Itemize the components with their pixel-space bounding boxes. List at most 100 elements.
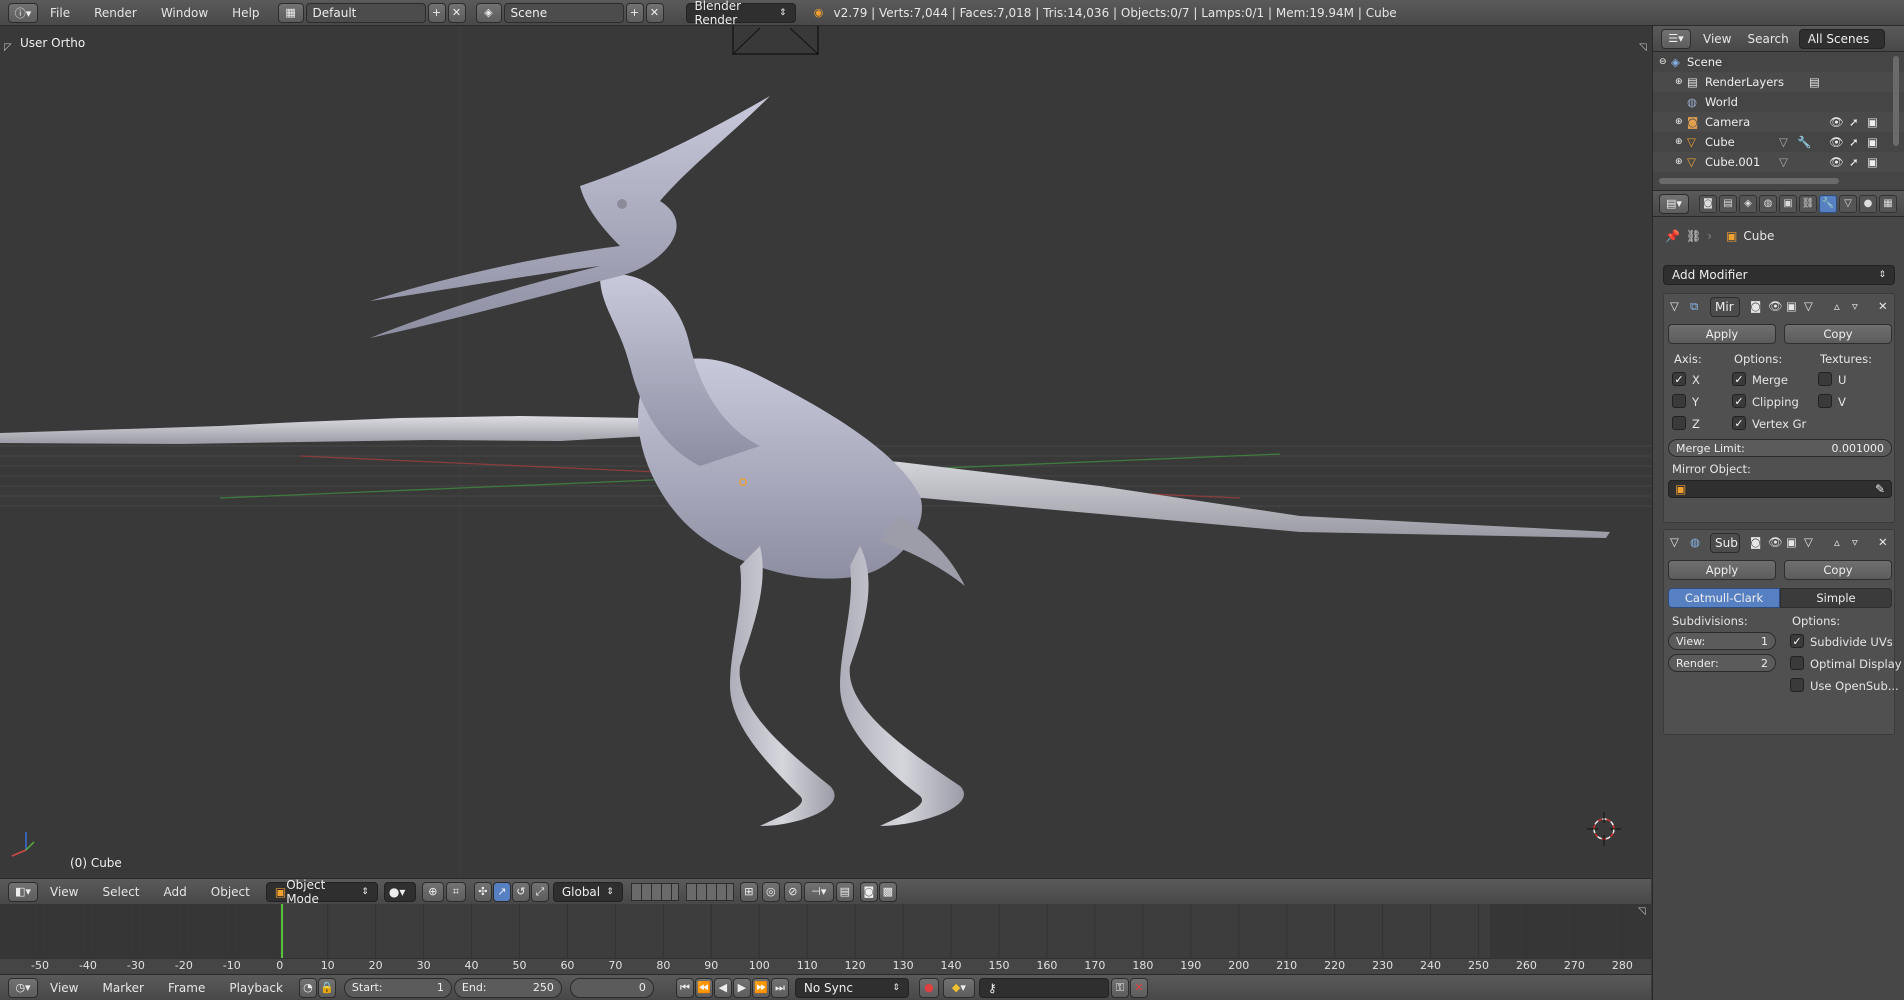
editmode-toggle-icon[interactable]: ▣	[1786, 299, 1797, 313]
pivot-point-icon[interactable]: ⊕	[421, 881, 444, 902]
mirror-apply-button[interactable]: Apply	[1668, 324, 1776, 344]
menu-help[interactable]: Help	[220, 6, 271, 20]
expand-icon[interactable]: ⊕	[1675, 157, 1687, 167]
timeline-editor[interactable]: -50 -40 -30 -20 -10 0 10 20 30 40 50 60 70 80 90 100 110…	[0, 904, 1651, 974]
axis-x-checkbox[interactable]: ✓	[1672, 372, 1686, 386]
3d-view-editor-type-icon[interactable]: ◧▾	[8, 881, 38, 902]
layer-buttons[interactable]	[630, 882, 734, 901]
expand-icon[interactable]: ⊕	[1675, 137, 1687, 147]
delete-keyframe-icon[interactable]: ✕	[1129, 977, 1148, 998]
jump-keyframe-back-icon[interactable]: ⏪	[694, 977, 713, 998]
translate-manipulator-icon[interactable]: ↗	[492, 881, 511, 902]
snap-icon[interactable]: ⊘	[783, 881, 802, 902]
corner-widget-icon[interactable]: ◹	[1638, 906, 1646, 917]
end-frame-field[interactable]: End: 250	[453, 977, 562, 998]
tab-object-icon[interactable]: ▣	[1779, 194, 1797, 213]
add-scene-button[interactable]: +	[625, 2, 644, 23]
outliner-horizontal-scrollbar[interactable]	[1659, 178, 1839, 184]
current-frame-indicator[interactable]	[281, 904, 283, 958]
render-camera-icon[interactable]: ▣	[1867, 115, 1878, 129]
add-layout-button[interactable]: +	[427, 2, 446, 23]
texture-u-checkbox[interactable]	[1818, 372, 1832, 386]
tab-material-icon[interactable]: ●	[1859, 194, 1877, 213]
use-opensubdiv-checkbox[interactable]	[1790, 678, 1804, 692]
expand-icon[interactable]: ⊕	[1675, 117, 1687, 127]
editmode-toggle-icon[interactable]: ▣	[1786, 535, 1797, 549]
tab-data-icon[interactable]: ▽	[1839, 194, 1857, 213]
scene-icon[interactable]: ◈	[475, 2, 502, 23]
jump-start-icon[interactable]: ⏮	[675, 977, 694, 998]
merge-limit-field[interactable]: Merge Limit: 0.001000	[1668, 439, 1892, 457]
timeline-editor-type-icon[interactable]: ◷▾	[8, 977, 38, 998]
axis-z-checkbox[interactable]	[1672, 416, 1686, 430]
cage-toggle-icon[interactable]: ▽	[1804, 299, 1813, 313]
rotate-manipulator-icon[interactable]: ↺	[511, 881, 530, 902]
tab-modifiers-icon[interactable]: 🔧	[1819, 194, 1837, 213]
scene-field[interactable]: Scene	[503, 2, 624, 23]
remove-modifier-icon[interactable]: ✕	[1878, 535, 1888, 549]
tab-constraints-icon[interactable]: ⛓	[1799, 194, 1817, 213]
add-modifier-select[interactable]: Add Modifier ⇕	[1663, 265, 1895, 285]
mirror-name-field[interactable]: Mir	[1710, 297, 1740, 317]
active-keying-set-field[interactable]: ⚷	[978, 977, 1109, 998]
menu-timeline-view[interactable]: View	[38, 981, 90, 995]
subsurf-name-field[interactable]: Sub	[1710, 533, 1740, 553]
merge-checkbox[interactable]: ✓	[1732, 372, 1746, 386]
lock-range-icon[interactable]: 🔒	[317, 977, 336, 998]
properties-editor-type-icon[interactable]: ▤▾	[1659, 193, 1689, 214]
render-camera-icon[interactable]: ▣	[1867, 155, 1878, 169]
viewport-toggle-icon[interactable]: 👁	[1768, 535, 1783, 549]
delete-scene-button[interactable]: ✕	[645, 2, 664, 23]
eye-icon[interactable]: 👁	[1829, 155, 1844, 169]
outliner-item-camera[interactable]: ⊕ ◙ Camera 👁 ➚ ▣	[1653, 112, 1904, 132]
clipping-checkbox[interactable]: ✓	[1732, 394, 1746, 408]
menu-object[interactable]: Object	[199, 885, 262, 899]
move-down-icon[interactable]: ▿	[1852, 535, 1858, 549]
subsurf-copy-button[interactable]: Copy	[1784, 560, 1892, 580]
outliner-item-renderlayers[interactable]: ⊕ ▤ RenderLayers ▤	[1653, 72, 1904, 92]
render-toggle-icon[interactable]: ◙	[1750, 535, 1761, 549]
render-opengl-icon[interactable]: ◙	[859, 881, 878, 902]
layers-row-left[interactable]	[630, 882, 679, 901]
snap-element-icon[interactable]: ⊣▾	[803, 881, 834, 902]
outliner-editor-type-icon[interactable]: ☰▾	[1661, 28, 1691, 49]
menu-add[interactable]: Add	[152, 885, 199, 899]
viewport-toggle-icon[interactable]: 👁	[1768, 299, 1783, 313]
viewport-shading-select[interactable]: ●▾	[383, 881, 416, 902]
render-animation-icon[interactable]: ▩	[878, 881, 897, 902]
tab-renderlayers-icon[interactable]: ▤	[1719, 194, 1737, 213]
tab-texture-icon[interactable]: ▦	[1879, 194, 1897, 213]
mirror-object-field[interactable]: ▣ ✎	[1668, 480, 1892, 498]
subdivide-uvs-checkbox[interactable]: ✓	[1790, 634, 1804, 648]
menu-playback[interactable]: Playback	[217, 981, 295, 995]
menu-marker[interactable]: Marker	[90, 981, 155, 995]
menu-frame[interactable]: Frame	[156, 981, 217, 995]
jump-keyframe-forward-icon[interactable]: ⏩	[751, 977, 770, 998]
transform-orientation-select[interactable]: Global ⇕	[552, 881, 623, 902]
view-levels-field[interactable]: View: 1	[1668, 632, 1776, 650]
simple-toggle[interactable]: Simple	[1780, 588, 1892, 608]
record-icon[interactable]: ●	[918, 977, 939, 998]
info-editor-type-icon[interactable]: ⓘ▾	[8, 2, 38, 23]
eye-icon[interactable]: 👁	[1829, 115, 1844, 129]
axis-y-checkbox[interactable]	[1672, 394, 1686, 408]
render-camera-icon[interactable]: ▣	[1867, 135, 1878, 149]
tab-scene-icon[interactable]: ◈	[1739, 194, 1757, 213]
catmull-clark-toggle[interactable]: Catmull-Clark	[1668, 588, 1780, 608]
scale-manipulator-icon[interactable]: ⤢	[530, 881, 549, 902]
manipulator-icon[interactable]: ✣	[473, 881, 492, 902]
sync-mode-select[interactable]: No Sync ⇕	[794, 977, 909, 998]
move-down-icon[interactable]: ▿	[1852, 299, 1858, 313]
3d-viewport[interactable]: ◸ ◹ User Ortho (0) Cube	[0, 26, 1651, 878]
3d-cursor-icon[interactable]	[1587, 812, 1621, 846]
eyedropper-icon[interactable]: ✎	[1875, 482, 1885, 496]
outliner-display-mode-select[interactable]: All Scenes	[1798, 28, 1885, 49]
play-reverse-icon[interactable]: ◀	[713, 977, 732, 998]
texture-v-checkbox[interactable]	[1818, 394, 1832, 408]
outliner-item-cube[interactable]: ⊕ ▽ Cube ▽ 🔧 👁 ➚ ▣	[1653, 132, 1904, 152]
outliner-menu-view[interactable]: View	[1691, 32, 1743, 46]
outliner-menu-search[interactable]: Search	[1743, 32, 1792, 46]
select-arrow-icon[interactable]: ➚	[1849, 155, 1859, 169]
screen-layout-field[interactable]: Default	[305, 2, 426, 23]
cage-toggle-icon[interactable]: ▽	[1804, 535, 1813, 549]
